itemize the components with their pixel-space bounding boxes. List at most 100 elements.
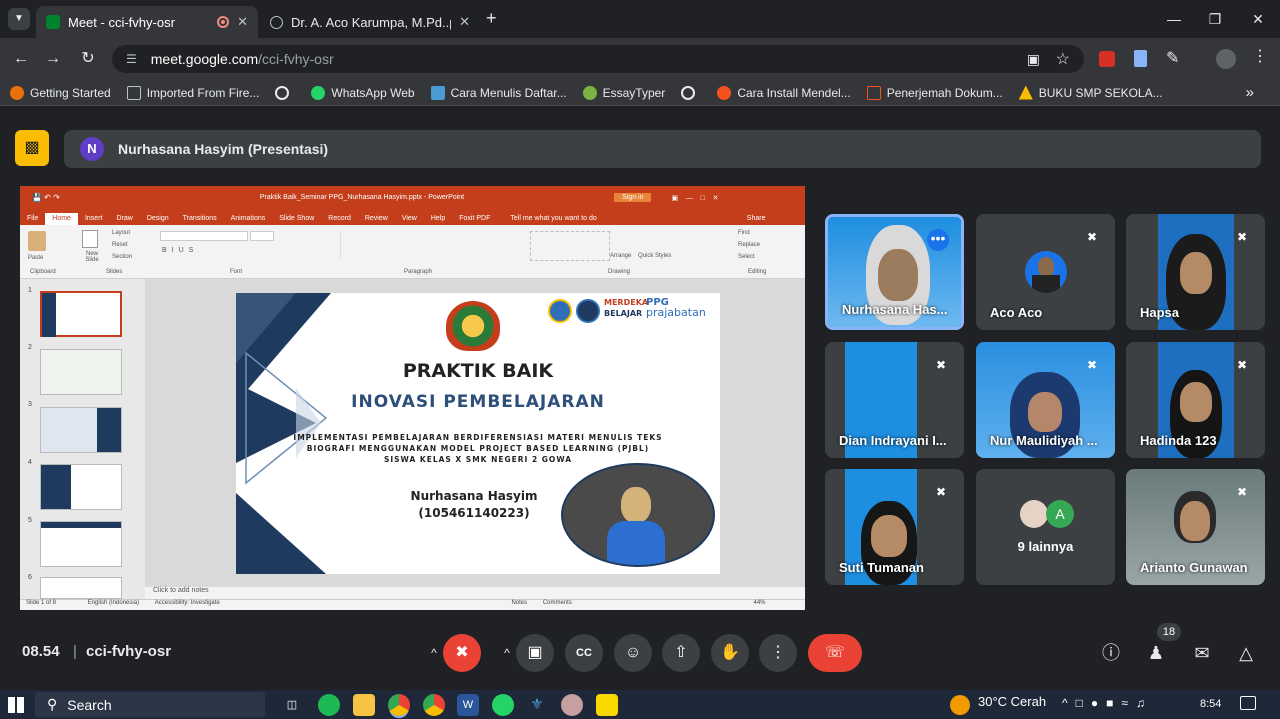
spotify-icon[interactable] — [318, 694, 340, 716]
browser-menu-icon[interactable]: ⋮ — [1252, 46, 1268, 66]
ppt-menu-insert: Insert — [84, 215, 103, 222]
url-host: meet.google.com — [150, 51, 259, 67]
activities-icon[interactable]: △ — [1233, 640, 1259, 666]
tab-search-button[interactable]: ▼ — [8, 8, 30, 30]
current-slide: MERDEKA BELAJAR PPG prajabatan PRAKTIK B… — [236, 293, 720, 574]
bookmark-getting-started[interactable]: Getting Started — [10, 85, 111, 100]
shapes-gallery — [530, 231, 610, 261]
participant-tile[interactable]: ••• Nurhasana Has... — [825, 214, 964, 330]
profile-avatar[interactable] — [1216, 49, 1236, 69]
bookmark-cara-install[interactable]: Cara Install Mendel... — [717, 85, 851, 100]
participant-tile[interactable]: ✖ Hadinda 123 — [1126, 342, 1265, 458]
bookmark-imported[interactable]: Imported From Fire... — [126, 85, 259, 100]
status-slide-count: Slide 1 of 8 — [26, 600, 57, 606]
participant-tile[interactable]: ✖ Aco Aco — [976, 214, 1115, 330]
docs-extension-icon[interactable] — [1134, 50, 1147, 67]
chat-icon[interactable]: ✉ — [1189, 640, 1215, 666]
others-photo-avatar — [1020, 500, 1048, 528]
tab-close-icon[interactable]: ✕ — [459, 14, 470, 30]
participant-tile[interactable]: ✖ Nur Maulidiyah ... — [976, 342, 1115, 458]
select-label: Select — [738, 254, 755, 260]
close-window-button[interactable]: ✕ — [1238, 6, 1278, 32]
notification-icon[interactable] — [1240, 696, 1256, 710]
more-options-button[interactable]: ⋮ — [759, 634, 797, 672]
site-info-icon[interactable]: ☰ — [126, 52, 137, 66]
task-view-icon[interactable]: ◫ — [281, 694, 303, 716]
mic-off-button[interactable]: ✖ — [443, 634, 481, 672]
app-icon-2[interactable] — [561, 694, 583, 716]
ppt-menu-foxit: Foxit PDF — [459, 215, 491, 222]
thumbnail-slide-5 — [40, 521, 122, 567]
more-options-icon[interactable]: ••• — [927, 229, 949, 251]
whatsapp-icon[interactable] — [492, 694, 514, 716]
bookmark-globe-2[interactable] — [681, 85, 701, 100]
ppt-menu-bar: File Home Insert Draw Design Transitions… — [20, 209, 805, 225]
minimize-button[interactable]: — — [1154, 6, 1194, 32]
participant-tile[interactable]: ✖ Dian Indrayani I... — [825, 342, 964, 458]
shared-screen: 💾 ↶ ↷ Praktik Baik_Seminar PPG_Nurhasana… — [17, 183, 808, 613]
section-label: Section — [112, 254, 133, 260]
tray-icons[interactable]: ^□●■≈♫ — [1062, 696, 1153, 710]
camera-button[interactable]: ▣ — [516, 634, 554, 672]
ppt-ribbon: Paste New Slide Layout Reset Section BIU… — [20, 225, 805, 279]
thumbnail-slide-2 — [40, 349, 122, 395]
thumb-number: 1 — [28, 287, 32, 294]
slide-subtitle: INOVASI PEMBELAJARAN — [351, 392, 605, 412]
captions-button[interactable]: CC — [565, 634, 603, 672]
taskbar-search[interactable]: ⚲ Search — [35, 692, 265, 717]
bookmark-star-icon[interactable]: ☆ — [1056, 49, 1070, 69]
weather-text: 30°C Cerah — [978, 694, 1047, 709]
chrome-icon-2[interactable] — [423, 694, 445, 716]
globe-icon — [270, 15, 283, 29]
tab-title: Dr. A. Aco Karumpa, M.Pd..pdf — [291, 14, 452, 30]
new-tab-button[interactable]: + — [486, 8, 497, 29]
forward-button[interactable]: → — [40, 46, 66, 72]
app-icon[interactable]: ⚜ — [526, 694, 548, 716]
raise-hand-button[interactable]: ✋ — [711, 634, 749, 672]
camera-permission-icon[interactable]: ▣ — [1027, 51, 1040, 68]
others-tile[interactable]: A 9 lainnya — [976, 469, 1115, 585]
meeting-time: 08.54 — [22, 643, 60, 660]
present-screen-button[interactable]: ⇧ — [662, 634, 700, 672]
address-bar[interactable]: ☰ meet.google.com/cci-fvhy-osr ▣ ☆ — [112, 45, 1084, 73]
people-icon[interactable]: ♟ — [1143, 640, 1169, 666]
slide-thumbnails: 1 2 3 4 5 6 — [20, 279, 145, 599]
participant-tile[interactable]: ✖ Suti Tumanan — [825, 469, 964, 585]
bookmarks-overflow-icon[interactable]: » — [1246, 84, 1254, 101]
tab-pdf[interactable]: Dr. A. Aco Karumpa, M.Pd..pdf ✕ — [260, 6, 480, 38]
logo-belajar-text: BELAJAR — [604, 309, 643, 318]
extensions-puzzle-icon[interactable]: ✎ — [1166, 48, 1179, 68]
bookmark-cara-menulis[interactable]: Cara Menulis Daftar... — [430, 85, 567, 100]
extension-red-icon[interactable] — [1099, 51, 1115, 67]
file-explorer-icon[interactable] — [353, 694, 375, 716]
bookmark-globe[interactable] — [275, 85, 295, 100]
bookmark-penerjemah[interactable]: Penerjemah Dokum... — [866, 85, 1003, 100]
tab-close-icon[interactable]: ✕ — [237, 14, 248, 30]
participant-tile[interactable]: ✖ Arianto Gunawan — [1126, 469, 1265, 585]
leave-call-button[interactable]: ☏ — [808, 634, 862, 672]
meeting-info-icon[interactable]: ⓘ — [1098, 640, 1124, 666]
tab-meet[interactable]: Meet - cci-fvhy-osr ✕ — [36, 6, 258, 38]
ppt-window-title: Praktik Baik_Seminar PPG_Nurhasana Hasyi… — [259, 194, 465, 201]
ppt-menu-design: Design — [146, 215, 169, 222]
word-icon[interactable]: W — [457, 694, 479, 716]
presentation-icon[interactable]: ▩ — [15, 130, 49, 166]
bookmark-buku-smp[interactable]: BUKU SMP SEKOLA... — [1018, 85, 1163, 100]
group-font: Font — [230, 269, 243, 275]
participant-tile[interactable]: ✖ Hapsa — [1126, 214, 1265, 330]
sticky-notes-icon[interactable] — [596, 694, 618, 716]
ppt-status-bar: Slide 1 of 8 English (Indonesia) Accessi… — [20, 599, 805, 610]
back-button[interactable]: ← — [8, 46, 34, 72]
chrome-icon[interactable] — [388, 694, 410, 716]
status-notes: Notes — [511, 600, 528, 606]
windows-start-icon[interactable] — [8, 697, 24, 713]
emoji-reaction-button[interactable]: ☺ — [614, 634, 652, 672]
restore-button[interactable]: ❐ — [1195, 6, 1235, 32]
author-photo — [561, 463, 715, 567]
bookmark-whatsapp[interactable]: WhatsApp Web — [311, 85, 415, 100]
bookmark-essaytyper[interactable]: EssayTyper — [582, 85, 665, 100]
ppt-menu-draw: Draw — [116, 215, 133, 222]
weather-icon — [950, 695, 970, 715]
ppt-menu-file: File — [27, 215, 39, 222]
reload-button[interactable]: ↻ — [75, 46, 101, 72]
